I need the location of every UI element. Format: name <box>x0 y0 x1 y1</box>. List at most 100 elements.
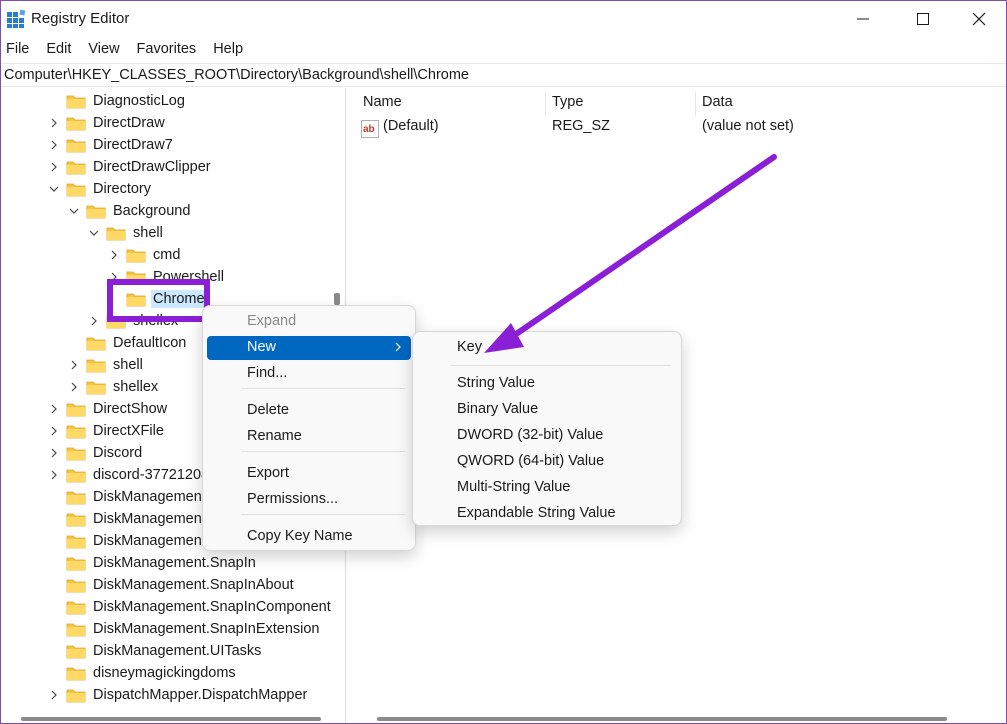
new-submenu-item-qword-64-bit-value[interactable]: QWORD (64-bit) Value <box>417 450 677 474</box>
tree-node[interactable]: shellex <box>66 376 160 398</box>
tree-node[interactable]: Directory <box>46 178 153 200</box>
menu-view[interactable]: View <box>88 37 119 63</box>
tree-node[interactable]: DiskManagement.SnapInComponent <box>46 596 333 618</box>
new-submenu-item-multi-string-value[interactable]: Multi-String Value <box>417 476 677 500</box>
menu-separator <box>241 514 405 515</box>
menu-separator <box>451 365 671 366</box>
new-submenu-item-expandable-string-value[interactable]: Expandable String Value <box>417 502 677 526</box>
folder-icon <box>66 423 86 439</box>
chevron-right-icon[interactable] <box>86 313 102 329</box>
context-menu-item-expand: Expand <box>207 310 411 334</box>
menu-help[interactable]: Help <box>213 37 243 63</box>
tree-node[interactable]: discord-37721208 <box>46 464 211 486</box>
chevron-down-icon[interactable] <box>66 203 82 219</box>
folder-icon <box>66 577 86 593</box>
chevron-right-icon[interactable] <box>46 159 62 175</box>
new-submenu-item-string-value[interactable]: String Value <box>417 372 677 396</box>
column-header-type[interactable]: Type <box>552 94 583 110</box>
context-menu-item-permissions[interactable]: Permissions... <box>207 488 411 512</box>
tree-node[interactable]: DirectXFile <box>46 420 166 442</box>
tree-node-label: DirectDraw7 <box>93 137 173 153</box>
tree-expander-spacer <box>66 335 82 351</box>
chevron-right-icon[interactable] <box>106 247 122 263</box>
tree-expander-spacer <box>46 599 62 615</box>
tree-node[interactable]: DirectDraw7 <box>46 134 175 156</box>
column-header-data[interactable]: Data <box>702 94 733 110</box>
context-menu-item-rename[interactable]: Rename <box>207 425 411 449</box>
tree-expander-spacer <box>46 511 62 527</box>
address-bar[interactable]: Computer\HKEY_CLASSES_ROOT\Directory\Bac… <box>1 63 1006 87</box>
tree-node[interactable]: DispatchMapper.DispatchMapper <box>46 684 309 706</box>
chevron-right-icon[interactable] <box>46 423 62 439</box>
value-name[interactable]: (Default) <box>383 118 439 140</box>
tree-node[interactable]: DiagnosticLog <box>46 90 187 112</box>
context-menu-item-export[interactable]: Export <box>207 462 411 486</box>
menu-edit[interactable]: Edit <box>46 37 71 63</box>
minimize-button[interactable] <box>835 1 891 37</box>
tree-node[interactable]: cmd <box>106 244 182 266</box>
new-submenu: Key String Value Binary Value DWORD (32-bit… <box>412 331 682 526</box>
tree-node[interactable]: disneymagickingdoms <box>46 662 238 684</box>
menu-favorites[interactable]: Favorites <box>137 37 197 63</box>
values-horizontal-scrollbar[interactable] <box>377 717 947 721</box>
tree-node[interactable]: shellex <box>86 310 180 332</box>
folder-icon <box>66 137 86 153</box>
column-header-name[interactable]: Name <box>363 94 402 110</box>
tree-node[interactable]: DiskManagement <box>46 530 208 552</box>
column-divider[interactable] <box>545 92 546 116</box>
chevron-right-icon[interactable] <box>46 445 62 461</box>
tree-node[interactable]: shell <box>86 222 165 244</box>
folder-icon <box>126 269 146 285</box>
chevron-down-icon[interactable] <box>46 181 62 197</box>
context-menu-item-find[interactable]: Find... <box>207 362 411 386</box>
chevron-right-icon[interactable] <box>66 357 82 373</box>
chevron-right-icon[interactable] <box>66 379 82 395</box>
folder-icon <box>66 665 86 681</box>
tree-node[interactable]: Chrome <box>106 288 207 310</box>
tree-node[interactable]: DiskManagement.UITasks <box>46 640 263 662</box>
tree-node[interactable]: DiskManagement <box>46 508 208 530</box>
tree-node-label: shellex <box>113 379 159 395</box>
tree-horizontal-scrollbar[interactable] <box>21 717 321 721</box>
new-submenu-item-binary-value[interactable]: Binary Value <box>417 398 677 422</box>
folder-icon <box>126 247 146 263</box>
tree-node[interactable]: DirectDraw <box>46 112 167 134</box>
tree-node[interactable]: DirectShow <box>46 398 169 420</box>
tree-node[interactable]: DiskManagement.SnapInExtension <box>46 618 322 640</box>
window-title: Registry Editor <box>31 10 130 27</box>
tree-node[interactable]: Powershell <box>106 266 226 288</box>
tree-node[interactable]: DiskManagement <box>46 486 208 508</box>
chevron-right-icon[interactable] <box>46 137 62 153</box>
tree-vertical-scrollbar[interactable] <box>334 293 340 305</box>
menu-file[interactable]: File <box>6 37 29 63</box>
tree-node[interactable]: DiskManagement.SnapIn <box>46 552 258 574</box>
new-submenu-item-label: Multi-String Value <box>457 479 571 495</box>
context-menu-item-new[interactable]: New <box>207 336 411 360</box>
context-menu-item-copy-key-name[interactable]: Copy Key Name <box>207 525 411 549</box>
chevron-right-icon[interactable] <box>46 115 62 131</box>
chevron-down-icon[interactable] <box>86 225 102 241</box>
new-submenu-item-label: Expandable String Value <box>457 505 616 521</box>
chevron-right-icon[interactable] <box>46 467 62 483</box>
tree-node-label: DiskManagement.SnapIn <box>93 555 256 571</box>
tree-node[interactable]: Background <box>66 200 192 222</box>
context-menu-item-delete[interactable]: Delete <box>207 399 411 423</box>
tree-node[interactable]: DirectDrawClipper <box>46 156 213 178</box>
close-button[interactable] <box>951 1 1007 37</box>
tree-node[interactable]: shell <box>66 354 145 376</box>
new-submenu-item-key[interactable]: Key <box>417 336 677 360</box>
maximize-button[interactable] <box>895 1 951 37</box>
folder-icon <box>66 445 86 461</box>
chevron-right-icon[interactable] <box>46 401 62 417</box>
folder-icon <box>66 93 86 109</box>
new-submenu-item-dword-32-bit-value[interactable]: DWORD (32-bit) Value <box>417 424 677 448</box>
new-submenu-item-label: Binary Value <box>457 401 539 417</box>
tree-node-label: DispatchMapper.DispatchMapper <box>93 687 308 703</box>
chevron-right-icon[interactable] <box>106 269 122 285</box>
tree-node[interactable]: DiskManagement.SnapInAbout <box>46 574 296 596</box>
column-divider[interactable] <box>695 92 696 116</box>
tree-expander-spacer <box>46 555 62 571</box>
tree-node[interactable]: Discord <box>46 442 144 464</box>
chevron-right-icon[interactable] <box>46 687 62 703</box>
tree-node[interactable]: DefaultIcon <box>66 332 188 354</box>
